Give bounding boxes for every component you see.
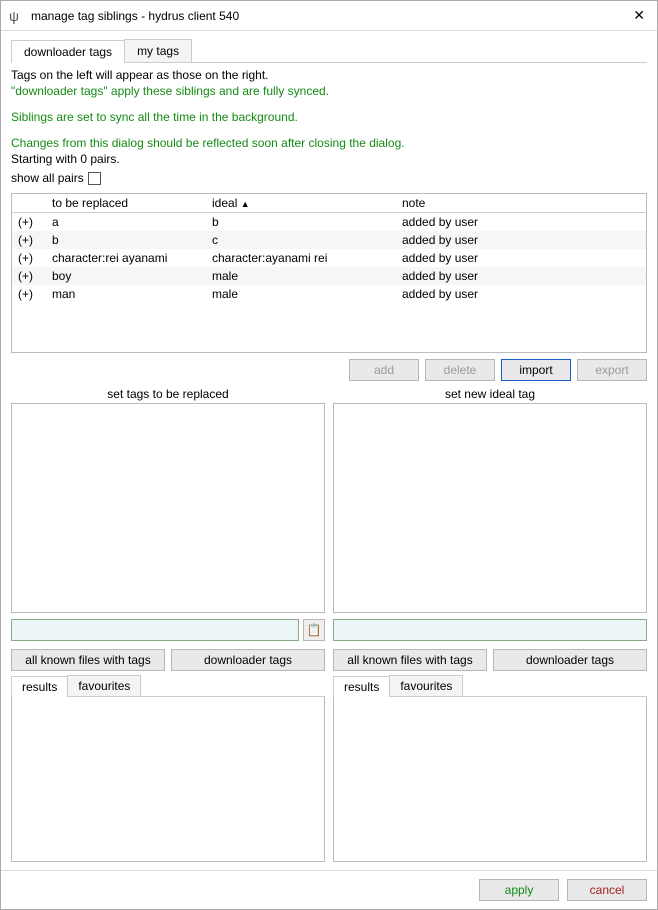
- left-panel-label: set tags to be replaced: [11, 387, 325, 401]
- right-subtab-results[interactable]: results: [333, 676, 390, 697]
- right-results-list[interactable]: [333, 697, 647, 862]
- cell-sel: (+): [12, 267, 46, 285]
- cell-replace: boy: [46, 267, 206, 285]
- info-line-3: Siblings are set to sync all the time in…: [11, 110, 647, 124]
- table-row[interactable]: (+)abadded by user: [12, 213, 646, 232]
- right-staging-list[interactable]: [333, 403, 647, 613]
- col-header-ideal-label: ideal: [212, 196, 237, 210]
- right-filter-domain-button[interactable]: all known files with tags: [333, 649, 487, 671]
- import-button[interactable]: import: [501, 359, 571, 381]
- cell-replace: character:rei ayanami: [46, 249, 206, 267]
- editor-two-col: set tags to be replaced 📋 all known file…: [11, 387, 647, 862]
- right-filter-service-button[interactable]: downloader tags: [493, 649, 647, 671]
- info-line-1: Tags on the left will appear as those on…: [11, 68, 647, 82]
- show-all-pairs-row: show all pairs: [11, 171, 647, 185]
- cell-ideal: male: [206, 285, 396, 303]
- close-icon[interactable]: ✕: [629, 7, 649, 24]
- col-header-sel[interactable]: [12, 194, 46, 213]
- right-subtabs: results favourites: [333, 675, 647, 697]
- clipboard-icon: 📋: [307, 623, 322, 637]
- cell-ideal: b: [206, 213, 396, 232]
- left-filter-domain-button[interactable]: all known files with tags: [11, 649, 165, 671]
- window-title: manage tag siblings - hydrus client 540: [31, 9, 629, 23]
- cell-sel: (+): [12, 231, 46, 249]
- spacer: [11, 126, 647, 134]
- info-line-5: Starting with 0 pairs.: [11, 152, 647, 166]
- dialog-footer: apply cancel: [1, 870, 657, 909]
- info-line-4: Changes from this dialog should be refle…: [11, 136, 647, 150]
- cell-note: added by user: [396, 213, 646, 232]
- cell-note: added by user: [396, 231, 646, 249]
- tab-downloader-tags[interactable]: downloader tags: [11, 40, 125, 63]
- right-tag-input[interactable]: [333, 619, 647, 641]
- cell-ideal: character:ayanami rei: [206, 249, 396, 267]
- cell-ideal: c: [206, 231, 396, 249]
- cell-ideal: male: [206, 267, 396, 285]
- col-header-note[interactable]: note: [396, 194, 646, 213]
- info-line-2: "downloader tags" apply these siblings a…: [11, 84, 647, 98]
- left-filter-row: all known files with tags downloader tag…: [11, 649, 325, 671]
- delete-button[interactable]: delete: [425, 359, 495, 381]
- app-icon: ψ: [9, 8, 25, 24]
- service-tabbar: downloader tags my tags: [11, 39, 647, 63]
- cell-replace: a: [46, 213, 206, 232]
- cancel-button[interactable]: cancel: [567, 879, 647, 901]
- left-subtab-results[interactable]: results: [11, 676, 68, 697]
- apply-button[interactable]: apply: [479, 879, 559, 901]
- cell-sel: (+): [12, 249, 46, 267]
- left-subtab-favourites[interactable]: favourites: [67, 675, 141, 696]
- right-panel-label: set new ideal tag: [333, 387, 647, 401]
- col-header-replace[interactable]: to be replaced: [46, 194, 206, 213]
- pairs-table: to be replaced ideal ▲ note (+)abadded b…: [11, 193, 647, 353]
- table-row[interactable]: (+)bcadded by user: [12, 231, 646, 249]
- left-filter-service-button[interactable]: downloader tags: [171, 649, 325, 671]
- titlebar: ψ manage tag siblings - hydrus client 54…: [1, 1, 657, 31]
- add-button[interactable]: add: [349, 359, 419, 381]
- table-row[interactable]: (+)character:rei ayanamicharacter:ayanam…: [12, 249, 646, 267]
- tab-my-tags[interactable]: my tags: [124, 39, 192, 62]
- show-all-pairs-label: show all pairs: [11, 171, 84, 185]
- left-results-list[interactable]: [11, 697, 325, 862]
- left-subtabs: results favourites: [11, 675, 325, 697]
- cell-sel: (+): [12, 213, 46, 232]
- left-input-row: 📋: [11, 619, 325, 641]
- cell-note: added by user: [396, 249, 646, 267]
- sort-ascending-icon: ▲: [241, 199, 250, 209]
- cell-note: added by user: [396, 285, 646, 303]
- main-content: downloader tags my tags Tags on the left…: [1, 31, 657, 870]
- left-panel: set tags to be replaced 📋 all known file…: [11, 387, 325, 862]
- show-all-pairs-checkbox[interactable]: [88, 172, 101, 185]
- right-subtab-favourites[interactable]: favourites: [389, 675, 463, 696]
- table-row[interactable]: (+)manmaleadded by user: [12, 285, 646, 303]
- paste-button[interactable]: 📋: [303, 619, 325, 641]
- cell-replace: b: [46, 231, 206, 249]
- cell-sel: (+): [12, 285, 46, 303]
- export-button[interactable]: export: [577, 359, 647, 381]
- right-input-row: [333, 619, 647, 641]
- right-filter-row: all known files with tags downloader tag…: [333, 649, 647, 671]
- left-tag-input[interactable]: [11, 619, 299, 641]
- spacer: [11, 100, 647, 108]
- right-panel: set new ideal tag all known files with t…: [333, 387, 647, 862]
- table-button-row: add delete import export: [11, 359, 647, 381]
- left-staging-list[interactable]: [11, 403, 325, 613]
- col-header-ideal[interactable]: ideal ▲: [206, 194, 396, 213]
- cell-replace: man: [46, 285, 206, 303]
- cell-note: added by user: [396, 267, 646, 285]
- table-row[interactable]: (+)boymaleadded by user: [12, 267, 646, 285]
